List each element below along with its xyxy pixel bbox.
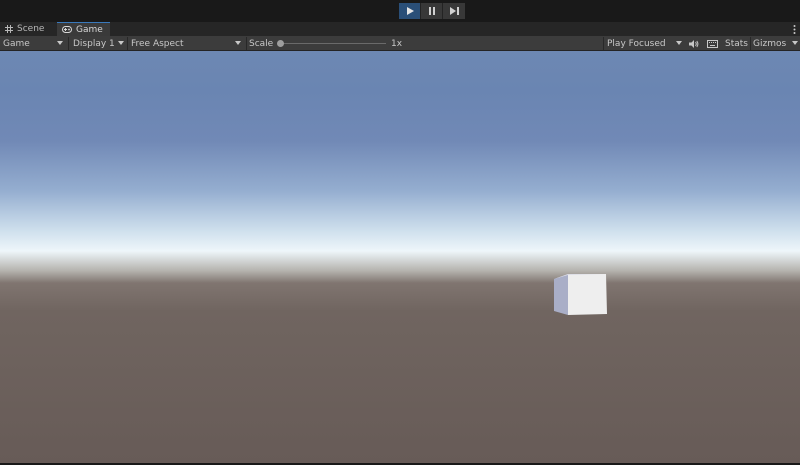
grid-icon	[5, 25, 13, 33]
gamepad-icon	[62, 26, 72, 33]
step-button[interactable]	[443, 3, 465, 19]
scale-label: Scale	[249, 38, 274, 49]
tab-game[interactable]: Game	[57, 22, 110, 36]
tab-scene-label: Scene	[17, 24, 45, 34]
play-controls	[399, 3, 465, 19]
window-tab-strip: Scene Game	[0, 22, 800, 36]
play-button[interactable]	[399, 3, 421, 19]
game-viewport[interactable]	[0, 51, 800, 463]
chevron-down-icon	[57, 41, 63, 45]
tab-game-label: Game	[76, 24, 103, 35]
view-mode-label: Game	[3, 38, 30, 49]
scale-value: 1x	[391, 38, 403, 49]
game-view-toolbar: Game Display 1 Free Aspect Scale 1x Play…	[0, 36, 800, 51]
keyboard-icon	[706, 39, 718, 48]
keyboard-shortcuts-button[interactable]	[705, 36, 719, 51]
tab-scene[interactable]: Scene	[0, 22, 56, 36]
scale-slider-handle[interactable]	[277, 40, 284, 47]
aspect-label: Free Aspect	[131, 38, 184, 49]
display-dropdown[interactable]: Display 1	[69, 36, 127, 51]
play-mode-label: Play Focused	[607, 38, 666, 49]
gizmos-label: Gizmos	[753, 38, 787, 49]
speaker-icon	[689, 39, 699, 48]
pause-icon	[428, 7, 435, 15]
chevron-down-icon	[235, 41, 241, 45]
stats-button[interactable]: Stats	[725, 36, 748, 51]
divider	[246, 37, 247, 50]
display-label: Display 1	[73, 38, 115, 49]
step-icon	[449, 7, 459, 15]
chevron-down-icon	[792, 41, 798, 45]
more-options-icon[interactable]	[793, 22, 796, 36]
play-toolbar	[0, 0, 800, 22]
view-mode-dropdown[interactable]: Game	[0, 36, 66, 51]
gizmos-dropdown[interactable]: Gizmos	[753, 36, 800, 51]
chevron-down-icon	[118, 41, 124, 45]
pause-button[interactable]	[421, 3, 443, 19]
divider	[750, 37, 751, 50]
play-mode-dropdown[interactable]: Play Focused	[604, 36, 685, 51]
aspect-dropdown[interactable]: Free Aspect	[128, 36, 244, 51]
scale-slider-track[interactable]	[281, 43, 386, 44]
mute-audio-button[interactable]	[687, 36, 701, 51]
cube-object	[554, 274, 607, 315]
chevron-down-icon	[676, 41, 682, 45]
play-icon	[406, 7, 414, 15]
